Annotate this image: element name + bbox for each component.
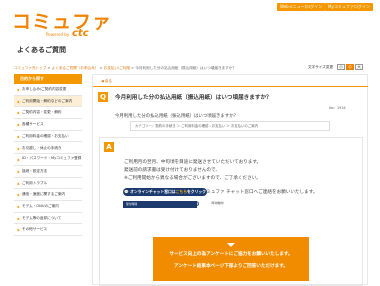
back-link[interactable]: ◀ 戻る	[101, 79, 112, 84]
sidebar-item-setup[interactable]: 接続・設定方法	[14, 165, 82, 178]
question-title: 今月利用した分の払込用紙（振込用紙）はいつ頃届きますか？	[115, 95, 272, 101]
logo-powered-by: Powered by	[46, 32, 70, 37]
chevron-right-icon	[16, 205, 20, 209]
sidebar-item-services[interactable]: 各種サービス	[14, 119, 82, 131]
answer-line: ご利用月の翌月、中旬頃を目途に発送させていただいております。	[124, 160, 262, 165]
arrow-down-icon	[227, 243, 235, 247]
chevron-right-icon	[16, 217, 20, 221]
sidebar-item-billing[interactable]: ご利用料金の確認・お支払い	[14, 130, 82, 143]
sidebar-item-application[interactable]: お申し込み/ご契約内容変更	[14, 84, 82, 96]
sidebar-heading: 目的から探す	[14, 74, 82, 84]
sidebar-item-trouble[interactable]: ご利用トラブル	[14, 177, 82, 190]
breadcrumb: コミュファ光トップ > よくあるご質問（お申込み） > お支払い/ご利用 > 今…	[14, 66, 236, 70]
survey-line-2: アンケート結果本ページ下部よりご回答いただけます。	[173, 264, 289, 269]
question-badge: Q	[98, 92, 108, 102]
font-size-medium-button[interactable]: 中	[346, 64, 354, 70]
chevron-right-icon	[16, 170, 20, 174]
chevron-right-icon	[16, 147, 20, 150]
sidebar-item-speed[interactable]: 通信・速度に関するご案内	[14, 189, 82, 201]
answer-line: 発送前の請求書は受け付けておりませんので、	[124, 168, 221, 173]
logo-ctc: ctc	[72, 28, 89, 39]
chevron-right-icon	[16, 111, 20, 115]
my-comufa-login-button[interactable]: Myコミュファログイン	[325, 3, 373, 11]
answer-badge: A	[104, 142, 114, 152]
sidebar-item-moving[interactable]: お引越し・休止の手続き	[14, 142, 82, 155]
page-title: よくあるご質問	[17, 46, 66, 54]
chevron-right-icon	[16, 193, 20, 197]
category-path: カテゴリー：契約の手続き ＞ ご利用料金の確認・お支払い ＞ お支払いのご案内	[130, 121, 330, 131]
font-size-small-button[interactable]: 小	[337, 64, 345, 70]
sidebar-item-modem[interactable]: モデム・ONUのご案内	[14, 201, 82, 213]
sidebar-item-other[interactable]: その他サービス	[14, 224, 82, 237]
sidebar-item-start-cancel[interactable]: ご利用開始・解約などのご案内	[14, 95, 82, 108]
sidebar: 目的から探す お申し込み/ご契約内容変更 ご利用開始・解約などのご案内 ご契約内…	[14, 74, 82, 285]
breadcrumb-faq[interactable]: よくあるご質問（お申込み）	[52, 66, 99, 70]
logo-text: コミュファ	[12, 11, 113, 33]
chevron-right-icon	[16, 228, 20, 232]
sidebar-item-id-password[interactable]: ID・パスワード・Myコミュファ登録	[14, 154, 82, 166]
chevron-right-icon	[16, 88, 20, 92]
sidebar-item-return[interactable]: モデム等の返却について	[14, 212, 82, 225]
web-menu-login-button[interactable]: Webメニュー/ログイン	[277, 3, 326, 11]
online-chat-button[interactable]: 💬 オンラインチャット窓口はこちらをクリック	[123, 188, 207, 196]
answer-line: ※ご利用開始から異なる場合がございますので、ご了承ください。	[124, 176, 261, 181]
survey-line-1: サービス向上の為アンケートにご協力をお願いいたします。	[169, 252, 293, 257]
question-body: 今月利用した分の払込用紙（振込用紙）はいつ頃届きますか？	[115, 114, 238, 119]
chevron-right-icon	[16, 100, 20, 104]
faq-number: No：1934	[329, 106, 346, 110]
survey-banner[interactable]: サービス向上の為アンケートにご協力をお願いいたします。 アンケート結果本ページ下…	[153, 237, 309, 281]
breadcrumb-current: 今月利用した分の払込用紙（振込用紙）はいつ頃届きますか？	[135, 66, 236, 70]
chevron-right-icon	[16, 182, 20, 186]
faq-main-panel: ◀ 戻る Q 今月利用した分の払込用紙（振込用紙）はいつ頃届きますか？ No：1…	[92, 74, 368, 286]
hours-time: 9:00 ～ 20:00	[155, 201, 200, 208]
hours-note: （年中無休）	[209, 201, 226, 205]
font-size-large-button[interactable]: 大	[355, 64, 363, 70]
chevron-right-icon	[16, 135, 20, 139]
font-size-label: 文字サイズ変更	[308, 65, 334, 69]
breadcrumb-category[interactable]: お支払い/ご利用	[104, 66, 130, 70]
sidebar-item-contract[interactable]: ご契約内容・変更・解約	[14, 107, 82, 120]
chevron-right-icon	[16, 158, 20, 162]
breadcrumb-home[interactable]: コミュファ光トップ	[14, 66, 46, 70]
divider	[93, 86, 368, 87]
chevron-right-icon	[16, 123, 20, 127]
comufa-logo[interactable]: コミュファ Powered by ctc	[12, 12, 132, 40]
